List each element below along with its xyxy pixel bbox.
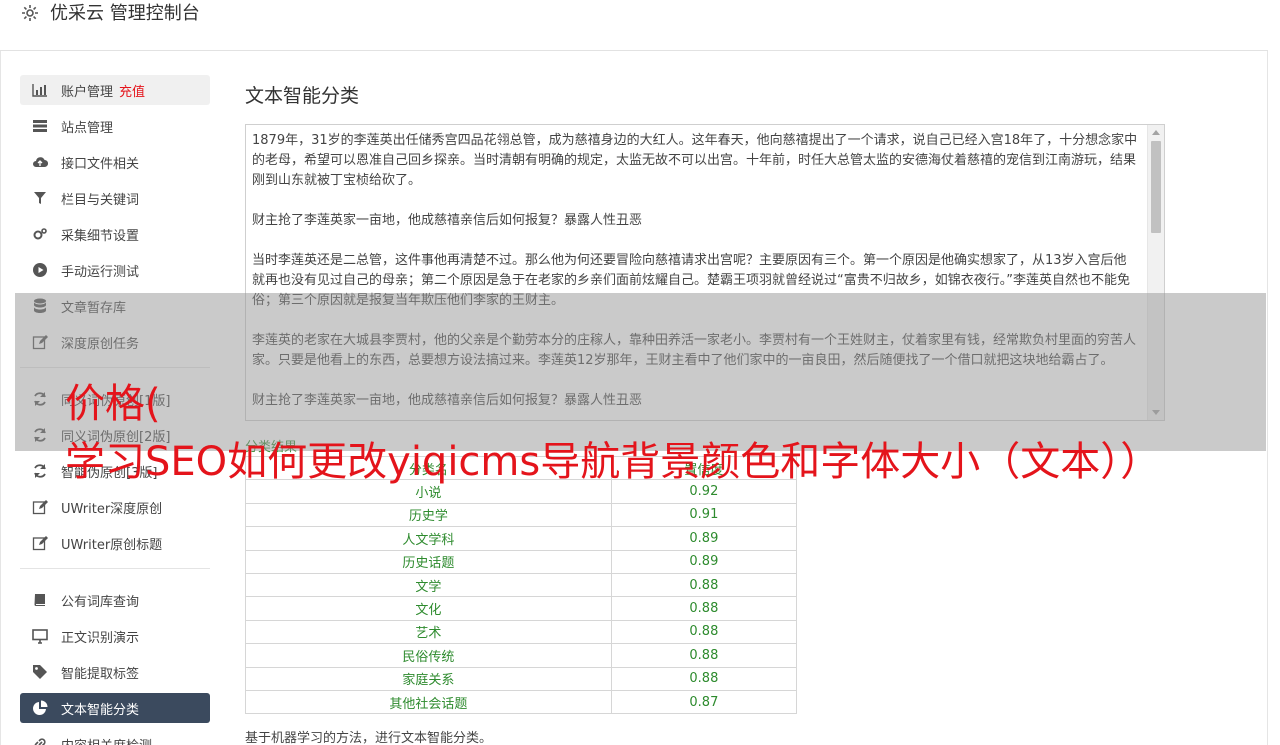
table-row: 历史学 0.91 bbox=[245, 502, 798, 528]
sidebar-item-group2-3[interactable]: UWriter深度原创 bbox=[20, 492, 210, 522]
server-icon bbox=[32, 118, 48, 134]
sidebar-divider bbox=[20, 568, 210, 569]
sidebar-item-label: 公有词库查询 bbox=[61, 594, 140, 610]
sidebar-item-group3-2[interactable]: 智能提取标签 bbox=[20, 657, 210, 687]
table-row: 其他社会话题 0.87 bbox=[245, 689, 798, 715]
confidence-cell: 0.89 bbox=[610, 549, 798, 574]
confidence-cell: 0.89 bbox=[610, 526, 798, 551]
tag-icon bbox=[32, 664, 48, 680]
play-circle-icon bbox=[32, 262, 48, 278]
sidebar-item-group3-0[interactable]: 公有词库查询 bbox=[20, 585, 210, 615]
category-cell: 民俗传统 bbox=[245, 643, 612, 668]
pie-chart-icon bbox=[32, 700, 48, 716]
sidebar-item-group2-4[interactable]: UWriter原创标题 bbox=[20, 528, 210, 558]
sidebar-item-label: 手动运行测试 bbox=[61, 264, 140, 280]
sidebar-item-label: UWriter深度原创 bbox=[61, 501, 163, 517]
sidebar-item-group3-3[interactable]: 文本智能分类 bbox=[20, 693, 210, 723]
text-paragraph: 1879年，31岁的李莲英出任储秀宫四品花翎总管，成为慈禧身边的大红人。这年春天… bbox=[252, 133, 1138, 188]
confidence-cell: 0.87 bbox=[610, 689, 798, 715]
results-table: 分类名 置信度 小说 0.92 历史学 0.91 人文学科 0.89 历史话题 0.89 文学 0… bbox=[245, 455, 798, 715]
scroll-up-icon[interactable] bbox=[1152, 130, 1160, 135]
app-title: 优采云 管理控制台 bbox=[50, 3, 200, 24]
edit-icon bbox=[32, 535, 48, 551]
confidence-cell: 0.88 bbox=[610, 643, 798, 668]
category-cell: 艺术 bbox=[245, 619, 612, 645]
category-cell: 文学 bbox=[245, 572, 612, 598]
sidebar-item-label: 内容相关度检测 bbox=[61, 735, 152, 745]
desktop-icon bbox=[32, 628, 48, 644]
sidebar-item-group1-5[interactable]: 手动运行测试 bbox=[20, 255, 210, 285]
cloud-upload-icon bbox=[32, 154, 48, 170]
book-icon bbox=[32, 592, 48, 608]
header: 优采云 管理控制台 bbox=[0, 0, 1268, 51]
sidebar-item-label: 接口文件相关 bbox=[61, 156, 140, 172]
category-cell: 历史话题 bbox=[245, 549, 612, 574]
category-cell: 其他社会话题 bbox=[245, 689, 612, 715]
edit-icon bbox=[32, 499, 48, 515]
overlay-line-1: 价格( bbox=[65, 381, 161, 427]
table-row: 艺术 0.88 bbox=[245, 619, 798, 645]
overlay-line-2: 学习SEO如何更改yiqicms导航背景颜色和字体大小（文本）） bbox=[65, 439, 1161, 485]
sidebar-item-group1-3[interactable]: 栏目与关键词 bbox=[20, 183, 210, 213]
confidence-cell: 0.88 bbox=[610, 619, 798, 645]
sidebar-item-label: 智能提取标签 bbox=[61, 666, 140, 682]
overlay-caption: 价格( 学习SEO如何更改yiqicms导航背景颜色和字体大小（文本）） bbox=[65, 375, 1160, 491]
confidence-cell: 0.91 bbox=[610, 502, 798, 528]
bar-chart-icon bbox=[32, 82, 48, 98]
table-row: 民俗传统 0.88 bbox=[245, 643, 798, 668]
sidebar-item-label: 文本智能分类 bbox=[61, 702, 140, 718]
sidebar-item-group1-2[interactable]: 接口文件相关 bbox=[20, 147, 210, 177]
category-cell: 家庭关系 bbox=[245, 666, 612, 691]
sidebar-item-group3-1[interactable]: 正文识别演示 bbox=[20, 621, 210, 651]
main-content: 文本智能分类 1879年，31岁的李莲英出任储秀宫四品花翎总管，成为慈禧身边的大… bbox=[245, 80, 1165, 745]
category-cell: 历史学 bbox=[245, 502, 612, 528]
scrollbar-thumb[interactable] bbox=[1151, 141, 1161, 233]
filter-icon bbox=[32, 190, 48, 206]
sidebar-item-label: 栏目与关键词 bbox=[61, 192, 140, 208]
table-row: 人文学科 0.89 bbox=[245, 526, 798, 551]
text-paragraph: 财主抢了李莲英家一亩地，他成慈禧亲信后如何报复？暴露人性丑恶 bbox=[252, 213, 643, 228]
gears-icon bbox=[32, 226, 48, 242]
table-row: 文学 0.88 bbox=[245, 572, 798, 598]
sidebar-item-group1-4[interactable]: 采集细节设置 bbox=[20, 219, 210, 249]
confidence-cell: 0.88 bbox=[610, 596, 798, 621]
confidence-cell: 0.88 bbox=[610, 572, 798, 598]
sidebar-item-label: 账户管理 bbox=[61, 84, 114, 100]
confidence-cell: 0.88 bbox=[610, 666, 798, 691]
sidebar-item-group1-0[interactable]: 账户管理 充值 bbox=[20, 75, 210, 105]
sidebar-item-group1-1[interactable]: 站点管理 bbox=[20, 111, 210, 141]
link-icon bbox=[32, 736, 48, 745]
recharge-link[interactable]: 充值 bbox=[119, 81, 145, 100]
sidebar-item-label: 采集细节设置 bbox=[61, 228, 140, 244]
gear-icon[interactable] bbox=[20, 3, 40, 23]
category-cell: 人文学科 bbox=[245, 526, 612, 551]
refresh-icon bbox=[32, 463, 48, 479]
sidebar-item-group3-4[interactable]: 内容相关度检测 bbox=[20, 729, 210, 745]
table-row: 家庭关系 0.88 bbox=[245, 666, 798, 691]
page-title: 文本智能分类 bbox=[245, 85, 360, 107]
sidebar-item-label: 正文识别演示 bbox=[61, 630, 140, 646]
table-row: 文化 0.88 bbox=[245, 596, 798, 621]
sidebar-item-label: UWriter原创标题 bbox=[61, 537, 163, 553]
category-cell: 文化 bbox=[245, 596, 612, 621]
table-row: 历史话题 0.89 bbox=[245, 549, 798, 574]
sidebar-item-label: 站点管理 bbox=[61, 120, 114, 136]
footnote: 基于机器学习的方法，进行文本智能分类。 bbox=[245, 731, 493, 745]
